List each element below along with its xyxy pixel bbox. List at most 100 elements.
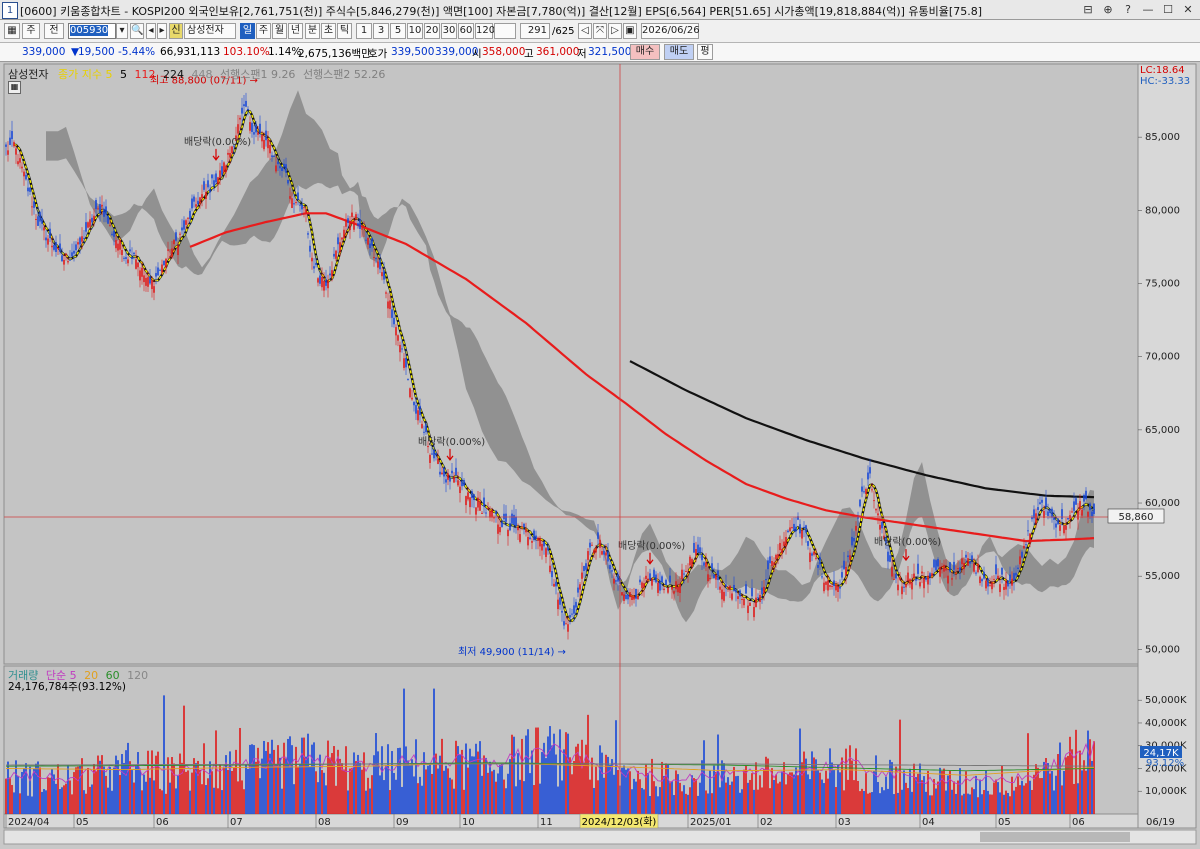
candle-body [919,582,921,587]
volume-legend-ma120: 120 [127,669,149,682]
interval-120-button[interactable]: 120 [475,23,495,39]
interval-20-button[interactable]: 20 [424,23,440,39]
restore-icon[interactable]: ⊟ [1080,2,1096,17]
candle-body [897,584,899,591]
candle-body [173,240,175,245]
candle-body [463,480,465,486]
timeframe-week-button[interactable]: 주 [256,23,271,39]
volume-bar [827,778,829,814]
date-input[interactable]: 2026/06/26 [641,23,700,39]
chart-canvas[interactable]: 85,000 80,000 75,000 70,000 65,000 60,000 55,0… [0,62,1200,846]
next-stock-icon[interactable]: ▸ [157,23,167,39]
volume-bar [629,771,631,814]
volume-bar [435,753,437,814]
volume-bar [487,772,489,814]
timeframe-year-button[interactable]: 년 [288,23,303,39]
timeframe-day-button[interactable]: 일 [240,23,255,39]
candle-body [983,571,985,579]
volume-bar [61,787,63,814]
candle-body [829,585,831,587]
interval-60-button[interactable]: 60 [458,23,474,39]
annotation-dividend: 배당락(0.00%) [418,436,485,448]
candle-body [773,562,775,565]
candle-body [77,242,79,245]
volume-bar [361,769,363,814]
candle-body [783,541,785,546]
volume-bar [443,770,445,814]
timeframe-minute-button[interactable]: 분 [305,23,320,39]
candle-body [819,557,821,565]
candle-body [1001,567,1003,575]
scrollbar-thumb[interactable] [980,832,1130,842]
candle-body [865,488,867,495]
sell-button[interactable]: 매도 [664,44,694,60]
volume-bar [1021,780,1023,814]
candle-body [223,162,225,173]
scroll-left-icon[interactable]: ◁ [578,23,592,39]
zoom-icon[interactable]: ⤧ [593,23,607,39]
candle-body [133,252,135,255]
volume-bar [899,719,901,814]
volume-bar [849,745,851,814]
candle-body [399,344,401,353]
calendar-icon[interactable]: ▣ [623,23,637,39]
buy-button[interactable]: 매수 [630,44,660,60]
candle-body [429,454,431,463]
search-icon[interactable]: 🔍 [130,23,144,39]
candle-body [723,591,725,601]
interval-30-button[interactable]: 30 [441,23,457,39]
candle-body [159,269,161,271]
volume-ratio: 103.10% [223,46,270,58]
count-input[interactable]: 291 [520,23,550,39]
timeframe-month-button[interactable]: 월 [272,23,287,39]
interval-1-button[interactable]: 1 [356,23,372,39]
timeframe-second-button[interactable]: 초 [321,23,336,39]
menu-grid-icon[interactable]: ▦ [4,23,20,39]
code-dropdown-icon[interactable]: ▾ [116,23,128,39]
candle-body [539,537,541,547]
link-icon[interactable]: ⊕ [1100,2,1116,17]
volume-bar [705,790,707,814]
volume-bar [957,780,959,814]
maximize-icon[interactable]: ☐ [1160,2,1176,17]
volume-bar [707,793,709,814]
period-all-button[interactable]: 전 [44,23,64,39]
candle-body [705,562,707,567]
interval-10-button[interactable]: 10 [407,23,423,39]
interval-5-button[interactable]: 5 [390,23,406,39]
panel-settings-icon[interactable]: ▦ [8,81,21,94]
volume-bar [887,788,889,814]
scroll-right-icon[interactable]: ▷ [608,23,622,39]
interval-3-button[interactable]: 3 [373,23,389,39]
volume-bar [883,790,885,814]
volume-bar [27,795,29,814]
volume-bar [31,796,33,814]
candle-body [571,613,573,615]
candle-body [443,467,445,477]
timeframe-tick-button[interactable]: 틱 [337,23,352,39]
help-icon[interactable]: ? [1120,2,1136,17]
candle-body [979,576,981,584]
candle-body [91,217,93,223]
volume-bar [797,775,799,814]
candle-body [343,229,345,239]
volume-bar [369,788,371,814]
interval-custom-field[interactable] [494,23,516,39]
candle-body [63,259,65,265]
volume-bar [471,756,473,814]
minimize-icon[interactable]: — [1140,2,1156,17]
volume-bar [819,772,821,814]
volume-bar [1009,796,1011,814]
stock-code-input[interactable]: 005930 [68,23,116,39]
candle-body [311,257,313,262]
prev-stock-icon[interactable]: ◂ [146,23,156,39]
candle-body [1089,503,1091,511]
candle-body [725,584,727,587]
stock-name-field[interactable]: 삼성전자 [184,23,236,39]
evaluate-button[interactable]: 평 [697,44,713,60]
candle-body [7,150,9,155]
period-week-button[interactable]: 주 [22,23,40,39]
current-price: 339,000 [22,46,66,58]
candle-body [521,526,523,528]
close-icon[interactable]: ✕ [1180,2,1196,17]
